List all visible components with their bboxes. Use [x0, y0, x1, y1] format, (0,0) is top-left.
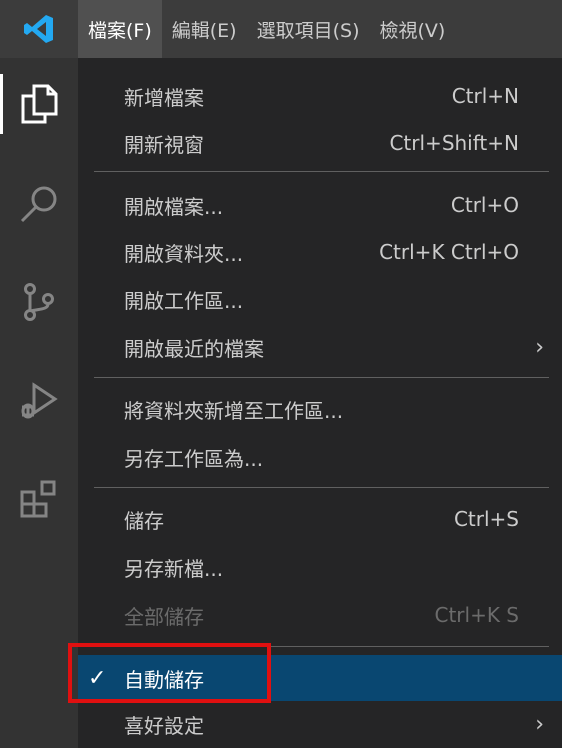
chevron-right-icon: ›	[535, 711, 544, 737]
menu-item-label: 全部儲存	[124, 604, 204, 629]
menu-item-add-folder-to-workspace[interactable]: 將資料夾新增至工作區...	[78, 386, 562, 432]
menu-file[interactable]: 檔案(F)	[78, 0, 162, 58]
menu-item-shortcut: Ctrl+O	[450, 193, 519, 217]
menu-separator	[94, 377, 549, 378]
menu-item-label: 另存新檔...	[124, 556, 224, 581]
menu-item-label: 將資料夾新增至工作區...	[124, 398, 344, 423]
vscode-logo-icon	[0, 0, 78, 58]
menu-item-label: 開新視窗	[124, 132, 204, 157]
menu-item-shortcut: Ctrl+K Ctrl+O	[379, 240, 519, 264]
menu-item-save-workspace-as[interactable]: 另存工作區為...	[78, 434, 562, 480]
menu-item-label: 喜好設定	[124, 713, 204, 738]
menu-item-preferences[interactable]: 喜好設定 ›	[78, 701, 562, 747]
menu-separator	[94, 487, 549, 488]
menu-bar: 檔案(F) 編輯(E) 選取項目(S) 檢視(V)	[0, 0, 562, 58]
explorer-icon[interactable]	[0, 66, 78, 142]
annotation-highlight-box	[68, 643, 271, 703]
menu-view[interactable]: 檢視(V)	[370, 0, 456, 58]
menu-item-save[interactable]: 儲存 Ctrl+S	[78, 496, 562, 542]
chevron-right-icon: ›	[535, 334, 544, 360]
menu-item-label: 開啟最近的檔案	[124, 336, 264, 361]
menu-item-label: 開啟資料夾...	[124, 241, 244, 266]
menu-item-label: 儲存	[124, 508, 164, 533]
source-control-icon[interactable]	[0, 264, 78, 340]
search-icon[interactable]	[0, 166, 78, 242]
menu-item-open-file[interactable]: 開啟檔案... Ctrl+O	[78, 182, 562, 228]
menu-item-shortcut: Ctrl+Shift+N	[389, 131, 519, 155]
menu-item-label: 另存工作區為...	[124, 446, 264, 471]
activity-bar	[0, 58, 78, 748]
menu-item-label: 開啟檔案...	[124, 194, 224, 219]
menu-item-shortcut: Ctrl+N	[451, 84, 519, 108]
menu-item-label: 新增檔案	[124, 85, 204, 110]
menu-item-open-recent[interactable]: 開啟最近的檔案 ›	[78, 324, 562, 370]
menu-item-shortcut: Ctrl+S	[453, 507, 519, 531]
menu-item-open-folder[interactable]: 開啟資料夾... Ctrl+K Ctrl+O	[78, 229, 562, 275]
menu-item-save-as[interactable]: 另存新檔...	[78, 544, 562, 590]
menu-item-shortcut: Ctrl+K S	[434, 603, 519, 627]
menu-item-new-file[interactable]: 新增檔案 Ctrl+N	[78, 73, 562, 119]
menu-item-label: 開啟工作區...	[124, 288, 244, 313]
menu-item-open-workspace[interactable]: 開啟工作區...	[78, 276, 562, 322]
menu-item-save-all: 全部儲存 Ctrl+K S	[78, 592, 562, 638]
vscode-window: 檔案(F) 編輯(E) 選取項目(S) 檢視(V) 新增檔案 Ctrl+N 開新…	[0, 0, 562, 748]
run-debug-icon[interactable]	[0, 363, 78, 439]
extensions-icon[interactable]	[0, 461, 78, 537]
menu-edit[interactable]: 編輯(E)	[162, 0, 247, 58]
menu-separator	[94, 171, 549, 172]
menu-item-new-window[interactable]: 開新視窗 Ctrl+Shift+N	[78, 120, 562, 166]
menu-selection[interactable]: 選取項目(S)	[247, 0, 370, 58]
